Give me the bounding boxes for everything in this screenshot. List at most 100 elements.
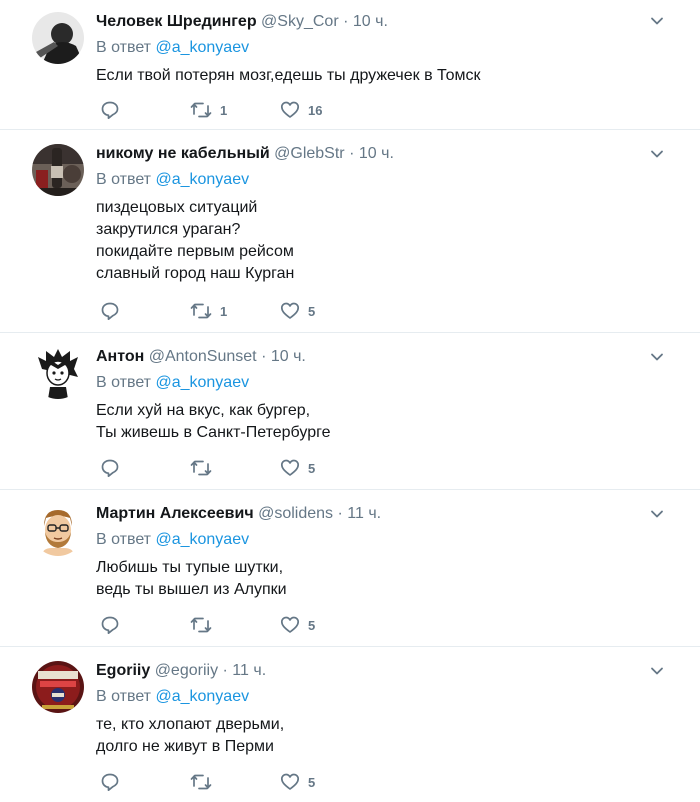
tweet-text: Если хуй на вкус, как бургер, Ты живешь … xyxy=(96,400,330,444)
like-count: 5 xyxy=(308,617,316,633)
retweet-icon xyxy=(190,615,212,635)
chevron-down-icon[interactable] xyxy=(650,14,664,28)
retweet-button[interactable] xyxy=(190,771,220,793)
reply-context: В ответ @a_konyaev xyxy=(96,687,249,707)
tweet-time[interactable]: 10 ч. xyxy=(353,13,388,30)
reply-button[interactable] xyxy=(100,457,120,479)
tweet[interactable]: Мартин Алексеевич @solidens · 11 ч. В от… xyxy=(0,490,700,647)
tweet-text-line: пиздецовых ситуаций xyxy=(96,199,258,216)
author-handle[interactable]: @solidens xyxy=(258,505,333,522)
author-handle[interactable]: @AntonSunset xyxy=(149,348,257,365)
avatar[interactable] xyxy=(32,504,84,556)
reply-icon xyxy=(100,301,120,321)
tweet-time[interactable]: 10 ч. xyxy=(359,145,394,162)
reply-prefix: В ответ xyxy=(96,688,152,705)
tweet-text-line: закрутился ураган? xyxy=(96,221,241,238)
separator: · xyxy=(337,505,343,522)
author-handle[interactable]: @GlebStr xyxy=(274,145,344,162)
reply-context: В ответ @a_konyaev xyxy=(96,373,249,393)
reply-context: В ответ @a_konyaev xyxy=(96,38,249,58)
like-count: 5 xyxy=(308,774,316,790)
separator: · xyxy=(222,662,228,679)
reply-icon xyxy=(100,458,120,478)
retweet-button[interactable]: 1 xyxy=(190,300,227,322)
author-handle[interactable]: @egoriiy xyxy=(155,662,218,679)
author-handle[interactable]: @Sky_Cor xyxy=(261,13,339,30)
retweet-button[interactable]: 1 xyxy=(190,99,227,121)
heart-icon xyxy=(280,301,300,321)
tweet[interactable]: никому не кабельный @GlebStr · 10 ч. В о… xyxy=(0,130,700,333)
reply-mention-link[interactable]: @a_konyaev xyxy=(155,39,249,56)
reply-icon xyxy=(100,100,120,120)
tweet-time[interactable]: 11 ч. xyxy=(232,662,266,679)
like-count: 5 xyxy=(308,303,316,319)
chevron-down-icon[interactable] xyxy=(650,147,664,161)
avatar[interactable] xyxy=(32,661,84,713)
tweet[interactable]: Человек Шредингер @Sky_Cor · 10 ч. В отв… xyxy=(0,0,700,130)
heart-icon xyxy=(280,458,300,478)
tweet[interactable]: Egoriiy @egoriiy · 11 ч. В ответ @a_kony… xyxy=(0,647,700,802)
retweet-icon xyxy=(190,100,212,120)
avatar[interactable] xyxy=(32,347,84,399)
reply-icon xyxy=(100,615,120,635)
tweet[interactable]: Антон @AntonSunset · 10 ч. В ответ @a_ko… xyxy=(0,333,700,490)
like-button[interactable]: 5 xyxy=(280,300,315,322)
tweet-text-line: Если хуй на вкус, как бургер, xyxy=(96,402,311,419)
retweet-icon xyxy=(190,301,212,321)
retweet-count: 1 xyxy=(220,303,228,319)
chevron-down-icon[interactable] xyxy=(650,507,664,521)
author-name[interactable]: Человек Шредингер xyxy=(96,13,257,30)
tweet-text-line: Ты живешь в Санкт-Петербурге xyxy=(96,424,331,441)
tweet-time[interactable]: 10 ч. xyxy=(271,348,306,365)
avatar[interactable] xyxy=(32,12,84,64)
reply-context: В ответ @a_konyaev xyxy=(96,170,249,190)
reply-button[interactable] xyxy=(100,614,120,636)
tweet-text: Любишь ты тупые шутки, ведь ты вышел из … xyxy=(96,557,287,601)
author-name[interactable]: Мартин Алексеевич xyxy=(96,505,254,522)
author-name[interactable]: никому не кабельный xyxy=(96,145,270,162)
tweet-text: Если твой потерян мозг,едешь ты дружечек… xyxy=(96,65,480,87)
reply-button[interactable] xyxy=(100,771,120,793)
heart-icon xyxy=(280,615,300,635)
tweet-text-line: славный город наш Курган xyxy=(96,265,295,282)
tweet-text-line: те, кто хлопают дверьми, xyxy=(96,716,285,733)
tweet-text: те, кто хлопают дверьми, долго не живут … xyxy=(96,714,284,758)
tweet-text-line: ведь ты вышел из Алупки xyxy=(96,581,287,598)
chevron-down-icon[interactable] xyxy=(650,664,664,678)
reply-icon xyxy=(100,772,120,792)
reply-prefix: В ответ xyxy=(96,171,152,188)
retweet-icon xyxy=(190,458,212,478)
reply-mention-link[interactable]: @a_konyaev xyxy=(155,688,249,705)
retweet-button[interactable] xyxy=(190,614,220,636)
tweet-text-line: Если твой потерян мозг,едешь ты дружечек… xyxy=(96,67,481,84)
reply-prefix: В ответ xyxy=(96,374,152,391)
like-button[interactable]: 5 xyxy=(280,771,315,793)
retweet-button[interactable] xyxy=(190,457,220,479)
reply-mention-link[interactable]: @a_konyaev xyxy=(155,531,249,548)
like-count: 16 xyxy=(308,102,323,118)
retweet-count: 1 xyxy=(220,102,228,118)
tweet-text-line: долго не живут в Перми xyxy=(96,738,274,755)
reply-prefix: В ответ xyxy=(96,39,152,56)
tweet-text: пиздецовых ситуаций закрутился ураган? п… xyxy=(96,197,294,285)
separator: · xyxy=(349,145,355,162)
like-button[interactable]: 5 xyxy=(280,614,315,636)
separator: · xyxy=(343,13,349,30)
chevron-down-icon[interactable] xyxy=(650,350,664,364)
avatar[interactable] xyxy=(32,144,84,196)
like-button[interactable]: 16 xyxy=(280,99,322,121)
heart-icon xyxy=(280,772,300,792)
reply-mention-link[interactable]: @a_konyaev xyxy=(155,374,249,391)
reply-button[interactable] xyxy=(100,99,120,121)
tweet-time[interactable]: 11 ч. xyxy=(347,505,381,522)
retweet-icon xyxy=(190,772,212,792)
author-name[interactable]: Egoriiy xyxy=(96,662,150,679)
heart-icon xyxy=(280,100,300,120)
separator: · xyxy=(261,348,267,365)
like-button[interactable]: 5 xyxy=(280,457,315,479)
reply-mention-link[interactable]: @a_konyaev xyxy=(155,171,249,188)
reply-context: В ответ @a_konyaev xyxy=(96,530,249,550)
author-name[interactable]: Антон xyxy=(96,348,144,365)
like-count: 5 xyxy=(308,460,316,476)
reply-button[interactable] xyxy=(100,300,120,322)
